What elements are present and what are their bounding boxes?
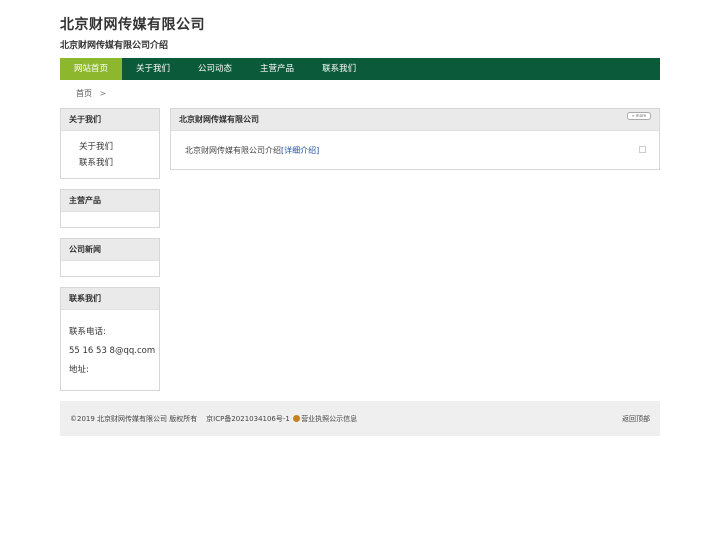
main-intro-title: 北京财网传媒有限公司 [171,109,659,131]
site-subtitle: 北京财网传媒有限公司介绍 [60,41,169,51]
header: 北京财网传媒有限公司 北京财网传媒有限公司介绍 [60,14,660,51]
nav-item-news[interactable]: 公司动态 [184,58,246,80]
footer-left: ©2019 北京财网传媒有限公司 版权所有 京ICP备2021034106号-1… [70,414,357,424]
breadcrumb-home-link[interactable]: 首页 [76,89,92,98]
breadcrumb: 首页 > [76,88,106,99]
sidebar-contact-box: 联系我们 联系电话: 55 16 53 8@qq.com 地址: [60,287,160,391]
sidebar-contact-title: 联系我们 [61,288,159,310]
more-button[interactable]: » more [627,112,651,120]
footer-license-link[interactable]: 营业执照公示信息 [301,415,357,423]
sidebar-link-contact[interactable]: 联系我们 [61,155,159,171]
sidebar-news-title: 公司新闻 [61,239,159,261]
nav-item-home[interactable]: 网站首页 [60,58,123,80]
footer-icp-link[interactable]: 京ICP备2021034106号-1 [206,415,290,423]
footer-copyright: ©2019 北京财网传媒有限公司 版权所有 [70,415,198,423]
contact-address-label: 地址: [69,365,89,375]
site-title: 北京财网传媒有限公司 [60,17,205,33]
nav-item-contact[interactable]: 联系我们 [308,58,370,80]
image-placeholder-icon [639,146,646,153]
detail-link[interactable]: [详细介绍] [281,146,319,155]
footer: ©2019 北京财网传媒有限公司 版权所有 京ICP备2021034106号-1… [60,401,660,436]
main-nav: 网站首页 关于我们 公司动态 主营产品 联系我们 [60,58,660,80]
sidebar-products-box: 主营产品 [60,189,160,228]
back-to-top-link[interactable]: 返回顶部 [622,414,650,424]
license-badge-icon [293,415,301,422]
sidebar-link-about[interactable]: 关于我们 [61,139,159,155]
breadcrumb-separator: > [99,89,107,98]
contact-phone-label: 联系电话: [69,327,106,337]
main-intro-box: 北京财网传媒有限公司 » more 北京财网传媒有限公司介绍[详细介绍] [170,108,660,170]
sidebar-about-title: 关于我们 [61,109,159,131]
nav-item-products[interactable]: 主营产品 [246,58,308,80]
intro-text-line: 北京财网传媒有限公司介绍[详细介绍] [185,145,319,156]
nav-item-about[interactable]: 关于我们 [122,58,184,80]
sidebar-about-box: 关于我们 关于我们 联系我们 [60,108,160,179]
contact-email: 55 16 53 8@qq.com [69,346,156,356]
sidebar-news-box: 公司新闻 [60,238,160,277]
intro-text: 北京财网传媒有限公司介绍 [185,146,281,155]
sidebar-products-title: 主营产品 [61,190,159,212]
